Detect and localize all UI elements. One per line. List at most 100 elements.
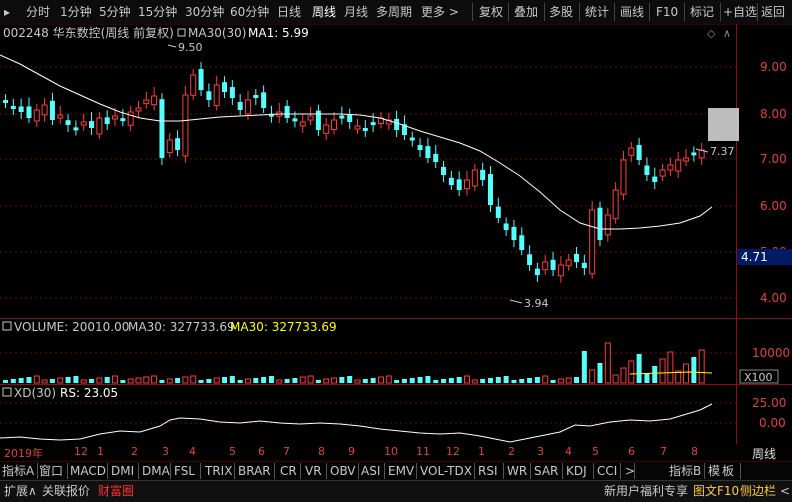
- indicator-tab-cr[interactable]: CR: [280, 463, 297, 479]
- template-tab-ban[interactable]: 板: [722, 463, 734, 479]
- candle-body: [33, 109, 40, 122]
- indicator-tab-bar: 指标A 窗口 MACD DMI DMA FSL TRIX BRAR CR VR …: [0, 461, 792, 480]
- volume-bar: [519, 379, 525, 383]
- collapse-sidebar-icon[interactable]: <: [780, 483, 790, 499]
- candle-body: [190, 74, 197, 96]
- indicator-tab-a[interactable]: 指标A: [2, 463, 34, 479]
- indicator-tab-emv[interactable]: EMV: [388, 463, 414, 479]
- indicator-tab-vol-tdx[interactable]: VOL-TDX: [420, 463, 472, 479]
- candle-body: [151, 95, 158, 106]
- indicator-tab-brar[interactable]: BRAR: [238, 463, 271, 479]
- time-axis-label: 5: [229, 445, 236, 458]
- high-annotation: 9.50: [167, 41, 203, 54]
- fuquan-button[interactable]: 复权: [479, 4, 503, 20]
- candle-body: [3, 100, 8, 103]
- period-tab-30min[interactable]: 30分钟: [185, 4, 224, 20]
- time-axis-label: 3: [162, 445, 169, 458]
- volume-bar: [433, 380, 439, 383]
- volume-bars: [3, 342, 705, 384]
- candle-body: [198, 69, 204, 90]
- candle-body: [487, 174, 493, 205]
- period-tab-5min[interactable]: 5分钟: [99, 4, 131, 20]
- stock-title: 002248 华东数控(周线 前复权): [3, 25, 174, 40]
- toolbar-menu-icon[interactable]: ▸: [4, 4, 10, 20]
- period-tab-60min[interactable]: 60分钟: [230, 4, 269, 20]
- candle-body: [425, 146, 431, 158]
- period-tab-fenshi[interactable]: 分时: [26, 4, 50, 20]
- indicator-tab-cci[interactable]: CCI: [597, 463, 617, 479]
- draw-line-button[interactable]: 画线: [620, 4, 644, 20]
- candle-body: [49, 100, 55, 120]
- new-user-benefit-link[interactable]: 新用户福利专享: [604, 483, 688, 499]
- indicator-tab-trix[interactable]: TRIX: [205, 463, 232, 479]
- volume-bar: [417, 377, 423, 383]
- volume-bar: [206, 379, 212, 383]
- candle-body: [292, 118, 298, 122]
- period-tab-daily[interactable]: 日线: [277, 4, 301, 20]
- candle-body: [120, 118, 126, 122]
- graphic-f10-button[interactable]: 图文F10: [693, 483, 739, 499]
- related-quotes-button[interactable]: 关联报价: [42, 483, 90, 499]
- period-tab-multi[interactable]: 多周期: [376, 4, 412, 20]
- volume-bar: [370, 378, 376, 383]
- candle-body: [667, 164, 674, 171]
- candle-body: [503, 223, 509, 230]
- indicator-tab-kdj[interactable]: KDJ: [566, 463, 587, 479]
- candle-body: [206, 91, 212, 100]
- period-tab-more[interactable]: 更多 >: [421, 4, 459, 20]
- indicator-tab-window[interactable]: 窗口: [39, 463, 63, 479]
- volume-bar: [104, 377, 110, 383]
- back-button[interactable]: 返回: [761, 4, 785, 20]
- indicator-tab-dma[interactable]: DMA: [142, 463, 170, 479]
- volume-bar: [394, 380, 400, 383]
- volume-bar: [604, 342, 611, 384]
- indicator-tab-rsi[interactable]: RSI: [478, 463, 498, 479]
- price-tick: 4.00: [760, 291, 787, 305]
- volume-bar: [276, 379, 283, 384]
- volume-bar: [284, 379, 290, 383]
- indicator-tab-dmi[interactable]: DMI: [111, 463, 134, 479]
- period-tab-weekly[interactable]: 周线: [312, 4, 336, 20]
- indicator-tab-vr[interactable]: VR: [305, 463, 322, 479]
- indicator-tab-b[interactable]: 指标B: [669, 463, 701, 479]
- period-tab-15min[interactable]: 15分钟: [138, 4, 177, 20]
- candle-body: [574, 254, 580, 262]
- time-axis-label: 6: [628, 445, 635, 458]
- cursor-price-label: 4.71: [741, 250, 768, 264]
- candle-body: [112, 115, 119, 120]
- indicator-tab-obv[interactable]: OBV: [330, 463, 356, 479]
- volume-bar: [597, 363, 603, 383]
- candle-body: [261, 92, 267, 108]
- volume-bar: [480, 379, 486, 383]
- period-tab-monthly[interactable]: 月线: [344, 4, 368, 20]
- indicator-tab-macd[interactable]: MACD: [70, 463, 106, 479]
- multi-stock-button[interactable]: 多股: [549, 4, 573, 20]
- period-tab-1min[interactable]: 1分钟: [60, 4, 92, 20]
- statistics-button[interactable]: 统计: [585, 4, 609, 20]
- volume-bar: [581, 351, 587, 383]
- candle-body: [675, 159, 682, 172]
- add-watchlist-button[interactable]: +自选: [723, 4, 757, 20]
- candle-body: [347, 114, 353, 122]
- ma-legend-swatch: [177, 28, 186, 37]
- indicator-tab-fsl[interactable]: FSL: [174, 463, 195, 479]
- sidebar-button[interactable]: 侧边栏: [740, 483, 776, 499]
- mark-button[interactable]: 标记: [690, 4, 714, 20]
- indicator-tab-sar[interactable]: SAR: [534, 463, 558, 479]
- time-axis-label: 2: [508, 445, 515, 458]
- kline-chart[interactable]: 002248 华东数控(周线 前复权) MA30(30) MA1: 5.99 ◇…: [0, 24, 792, 444]
- diamond-icon[interactable]: ◇: [707, 27, 716, 40]
- indicator-tab-asi[interactable]: ASI: [361, 463, 380, 479]
- expand-button[interactable]: 扩展∧: [4, 483, 37, 499]
- candle-body: [628, 147, 635, 156]
- indicator-tab-wr[interactable]: WR: [507, 463, 527, 479]
- time-axis-label: 6: [258, 445, 265, 458]
- candle-body: [581, 262, 587, 268]
- wealth-circle-button[interactable]: 财富圈: [98, 483, 134, 499]
- low-annotation: 3.94: [509, 297, 549, 310]
- template-tab-mo[interactable]: 模: [708, 463, 720, 479]
- overlay-button[interactable]: 叠加: [514, 4, 538, 20]
- f10-button[interactable]: F10: [656, 4, 678, 20]
- time-axis-label: 1: [478, 445, 485, 458]
- collapse-icon[interactable]: ∧: [723, 27, 731, 40]
